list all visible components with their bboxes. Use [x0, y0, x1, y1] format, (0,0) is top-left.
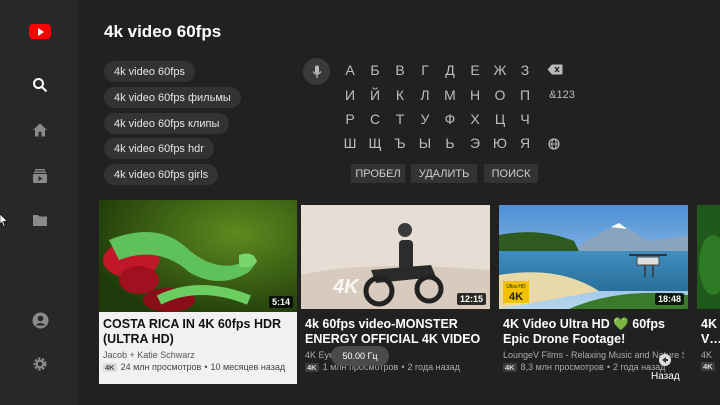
suggestion-chip[interactable]: 4k video 60fps hdr — [104, 138, 214, 159]
video-duration: 5:14 — [268, 296, 293, 308]
suggestion-chip[interactable]: 4k video 60fps клипы — [104, 113, 230, 134]
key[interactable]: Э — [465, 133, 485, 153]
delete-key[interactable]: УДАЛИТЬ — [411, 164, 477, 183]
key[interactable]: Ь — [440, 133, 460, 153]
video-info: 4K V… S… 4K 4K — [697, 312, 720, 384]
key[interactable]: Ч — [515, 109, 535, 129]
video-views: 8,3 млн просмотров — [520, 362, 604, 372]
thumbnail-4k-badge: 4K — [509, 291, 523, 303]
ultra-hd-badge: Ultra HD — [506, 284, 526, 290]
key[interactable]: Д — [440, 60, 460, 80]
key[interactable]: Т — [390, 109, 410, 129]
key[interactable]: У — [415, 109, 435, 129]
key[interactable]: Ы — [415, 133, 435, 153]
settings-gear-icon[interactable] — [28, 352, 52, 376]
key[interactable]: О — [490, 85, 510, 105]
video-card[interactable]: 5:14 COSTA RICA IN 4K 60fps HDR (ULTRA H… — [99, 200, 297, 384]
4k-badge: 4K — [305, 362, 319, 372]
video-views: 24 млн просмотров — [120, 362, 202, 372]
suggestion-chip[interactable]: 4k video 60fps girls — [104, 164, 219, 185]
key[interactable]: С — [365, 109, 385, 129]
key[interactable]: Г — [415, 60, 435, 80]
back-button-icon[interactable] — [659, 354, 671, 366]
key[interactable]: Ф — [440, 109, 460, 129]
video-info: 4k 60fps video-MONSTER ENERGY OFFICIAL 4… — [301, 312, 490, 384]
key[interactable]: Ю — [490, 133, 510, 153]
video-channel: 4K — [701, 350, 713, 360]
space-key[interactable]: ПРОБЕЛ — [351, 164, 405, 183]
video-info: COSTA RICA IN 4K 60fps HDR (ULTRA HD) Ja… — [99, 312, 297, 384]
key[interactable]: Й — [365, 85, 385, 105]
youtube-logo-icon — [29, 24, 51, 39]
home-icon[interactable] — [28, 118, 52, 142]
mouse-cursor-icon — [0, 214, 8, 227]
4k-badge: 4K — [701, 362, 715, 371]
video-meta: 4K 24 млн просмотров • 10 месяцев назад — [103, 362, 286, 372]
backspace-icon — [547, 64, 563, 74]
microphone-icon — [312, 65, 321, 78]
video-channel: LoungeV Films - Relaxing Music and Natur… — [503, 350, 684, 360]
key[interactable]: Ъ — [390, 133, 410, 153]
search-key[interactable]: ПОИСК — [484, 164, 538, 183]
back-hint-label: Назад — [651, 371, 680, 382]
suggestion-chip[interactable]: 4k video 60fps — [104, 61, 195, 82]
key[interactable]: Щ — [365, 133, 385, 153]
key[interactable]: В — [390, 60, 410, 80]
search-icon[interactable] — [28, 73, 52, 97]
key[interactable]: З — [515, 60, 535, 80]
video-thumbnail: 5:14 — [99, 200, 297, 312]
key[interactable]: К — [390, 85, 410, 105]
video-thumbnail: Ultra HD 4K 18:48 — [499, 205, 688, 309]
video-card[interactable]: 4K 12:15 4k 60fps video-MONSTER ENERGY O… — [301, 200, 490, 384]
symbols-key[interactable]: &123 — [546, 88, 578, 102]
video-age: 2 года назад — [407, 362, 460, 372]
video-duration: 18:48 — [654, 293, 684, 305]
video-channel: Jacob + Katie Schwarz — [103, 350, 195, 360]
video-thumbnail: 4K 12:15 — [301, 205, 490, 309]
video-card[interactable]: 4K V… S… 4K 4K — [697, 200, 720, 384]
key[interactable]: Е — [465, 60, 485, 80]
search-query-title: 4k video 60fps — [104, 22, 222, 41]
key[interactable]: Ж — [490, 60, 510, 80]
video-title: COSTA RICA IN 4K 60fps HDR (ULTRA HD) — [103, 317, 282, 346]
backspace-key[interactable] — [546, 62, 564, 76]
sidebar — [0, 0, 78, 405]
video-duration: 12:15 — [456, 293, 486, 305]
key[interactable]: Я — [515, 133, 535, 153]
key[interactable]: А — [340, 60, 360, 80]
key[interactable]: Х — [465, 109, 485, 129]
video-title: 4K V… S… — [701, 317, 720, 346]
video-age: 10 месяцев назад — [210, 362, 286, 372]
key[interactable]: П — [515, 85, 535, 105]
key[interactable]: Б — [365, 60, 385, 80]
video-meta: 4K — [701, 362, 720, 371]
thumbnail-4k-text: 4K — [332, 276, 360, 298]
key[interactable]: Л — [415, 85, 435, 105]
voice-search-button[interactable] — [303, 58, 330, 85]
video-meta: 4K 1 млн просмотров • 2 года назад — [305, 362, 460, 372]
globe-icon — [548, 138, 560, 150]
key[interactable]: Ш — [340, 133, 360, 153]
video-title: 4K Video Ultra HD 💚 60fps Epic Drone Foo… — [503, 317, 665, 346]
library-folder-icon[interactable] — [28, 208, 52, 232]
4k-badge: 4K — [503, 362, 517, 372]
video-thumbnail — [697, 205, 720, 309]
refresh-rate-toast: 50.00 Гц — [331, 346, 389, 366]
video-title: 4k 60fps video-MONSTER ENERGY OFFICIAL 4… — [305, 317, 481, 346]
suggestion-chip[interactable]: 4k video 60fps фильмы — [104, 87, 241, 108]
key[interactable]: И — [340, 85, 360, 105]
4k-badge: 4K — [103, 362, 117, 372]
account-icon[interactable] — [28, 308, 52, 332]
key[interactable]: М — [440, 85, 460, 105]
key[interactable]: Н — [465, 85, 485, 105]
key[interactable]: Ц — [490, 109, 510, 129]
key[interactable]: Р — [340, 109, 360, 129]
subscriptions-icon[interactable] — [28, 164, 52, 188]
language-globe-key[interactable] — [547, 137, 561, 151]
